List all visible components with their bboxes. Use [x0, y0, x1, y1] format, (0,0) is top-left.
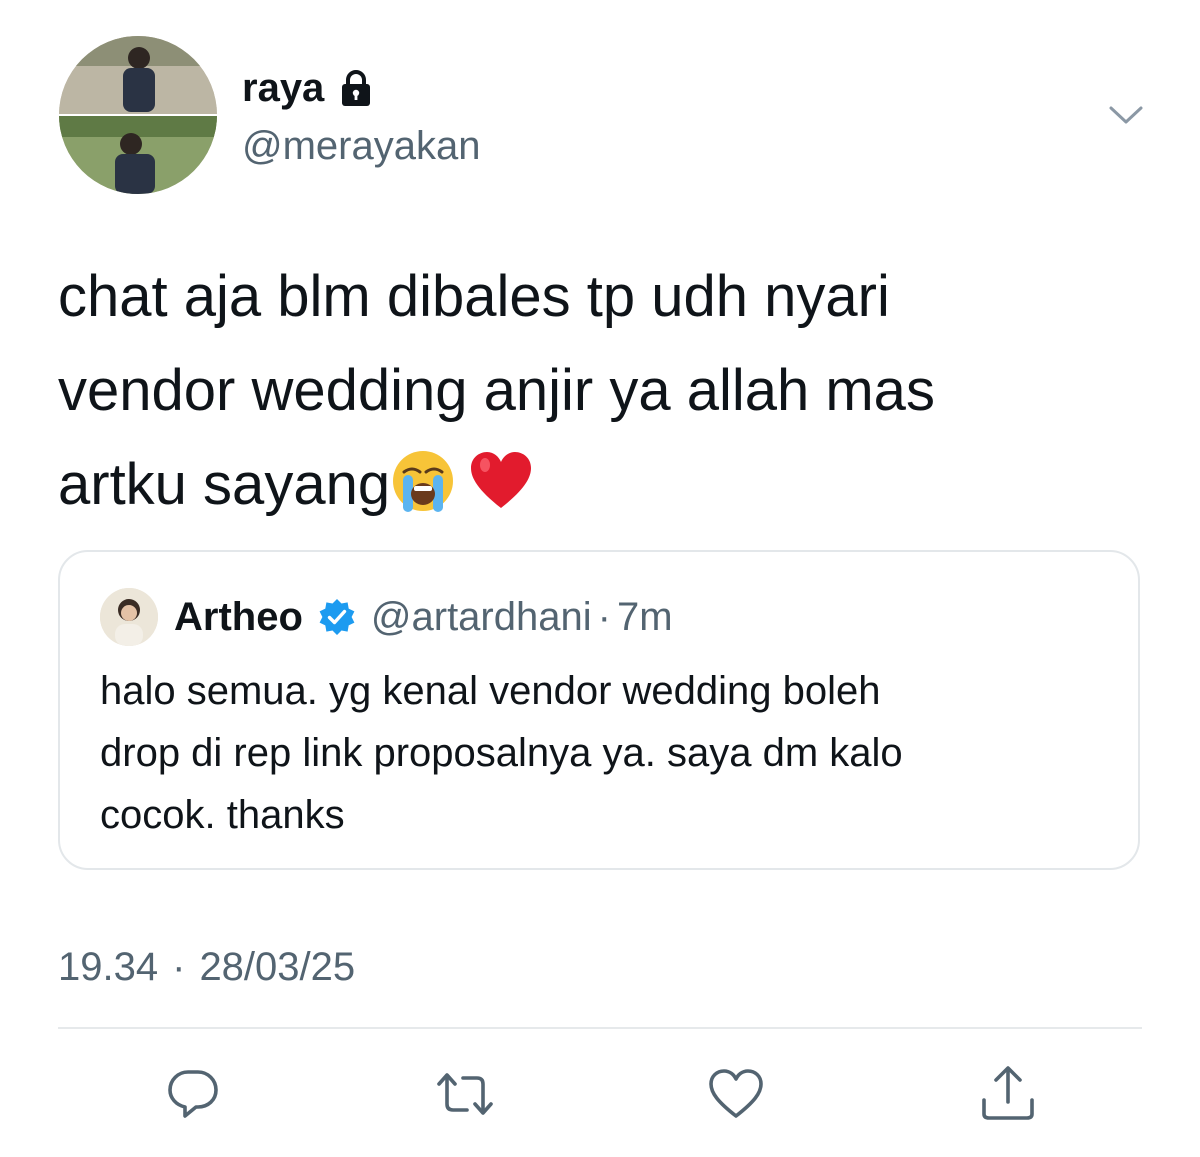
- quoted-tweet-text: halo semua. yg kenal vendor wedding bole…: [100, 660, 1100, 846]
- tweet-text-line: chat aja blm dibales tp udh nyari: [58, 264, 890, 329]
- tweet-text-line: artku sayang: [58, 452, 391, 517]
- quoted-author-avatar[interactable]: [100, 588, 158, 646]
- separator-dot: ·: [597, 595, 611, 639]
- tweet-time: 19.34: [58, 945, 159, 989]
- quoted-author-handle[interactable]: @artardhani: [371, 590, 592, 644]
- separator-dot: ·: [172, 945, 186, 989]
- quoted-author-name[interactable]: Artheo: [174, 590, 303, 644]
- reply-icon[interactable]: [163, 1064, 223, 1124]
- author-avatar[interactable]: [59, 36, 217, 194]
- retweet-icon[interactable]: [435, 1064, 495, 1124]
- heart-icon[interactable]: [706, 1064, 766, 1124]
- tweet-timestamp[interactable]: 19.34 · 28/03/25: [58, 940, 355, 994]
- quoted-text-line: halo semua. yg kenal vendor wedding bole…: [100, 669, 881, 713]
- quoted-text-line: drop di rep link proposalnya ya. saya dm…: [100, 731, 903, 775]
- author-display-name[interactable]: raya: [242, 64, 324, 112]
- quoted-tweet-time: 7m: [616, 595, 673, 639]
- lock-icon: [336, 68, 376, 108]
- red-heart-emoji: [468, 448, 534, 542]
- quoted-tweet-card[interactable]: Artheo @artardhani · 7m halo semua. yg k…: [58, 550, 1140, 870]
- chevron-down-icon[interactable]: [1107, 100, 1145, 130]
- tweet-text-line: vendor wedding anjir ya allah mas: [58, 358, 935, 423]
- tweet-date: 28/03/25: [199, 945, 356, 989]
- loudly-crying-face-emoji: [390, 448, 456, 542]
- divider: [58, 1027, 1142, 1029]
- tweet-text: chat aja blm dibales tp udh nyari vendor…: [58, 250, 1148, 542]
- author-display-name-row[interactable]: raya: [242, 64, 376, 112]
- verified-badge-icon: [317, 597, 357, 637]
- author-handle[interactable]: @merayakan: [242, 122, 480, 170]
- quoted-tweet-header: Artheo @artardhani · 7m: [174, 590, 673, 644]
- quoted-text-line: cocok. thanks: [100, 793, 345, 837]
- share-icon[interactable]: [978, 1064, 1038, 1124]
